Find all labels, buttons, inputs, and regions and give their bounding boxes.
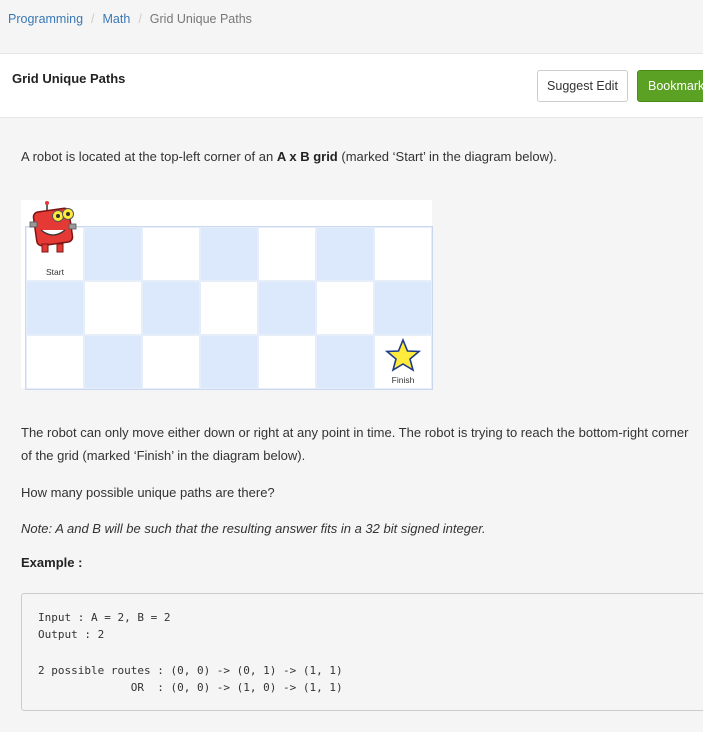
grid-cell — [84, 281, 142, 335]
grid-cell — [142, 227, 200, 281]
code-line: OR : (0, 0) -> (1, 0) -> (1, 1) — [38, 681, 343, 694]
grid-cell — [258, 335, 316, 389]
star-icon — [384, 338, 422, 372]
start-label: Start — [46, 267, 64, 277]
problem-note: Note: A and B will be such that the resu… — [21, 521, 486, 536]
code-line: Input : A = 2, B = 2 — [38, 611, 171, 624]
example-code-block: Input : A = 2, B = 2 Output : 2 2 possible… — [21, 593, 703, 711]
grid-cell — [316, 335, 374, 389]
grid-cell — [84, 335, 142, 389]
intro-grid-term: A x B grid — [276, 149, 338, 164]
problem-header: Grid Unique Paths Suggest Edit Bookmark — [0, 53, 703, 118]
breadcrumb: Programming / Math / Grid Unique Paths — [8, 12, 252, 26]
grid-cell — [26, 281, 84, 335]
intro-suffix: (marked ‘Start’ in the diagram below). — [337, 149, 557, 164]
problem-movement: The robot can only move either down or r… — [21, 425, 689, 463]
suggest-edit-button[interactable]: Suggest Edit — [537, 70, 628, 102]
grid-cell — [200, 335, 258, 389]
grid: Start Finish — [25, 226, 433, 390]
grid-cell — [142, 281, 200, 335]
intro-prefix: A robot is located at the top-left corne… — [21, 149, 277, 164]
grid-cell — [374, 227, 432, 281]
grid-cell — [316, 227, 374, 281]
grid-cell — [258, 281, 316, 335]
code-line: Output : 2 — [38, 628, 105, 641]
grid-cell: Finish — [374, 335, 432, 389]
breadcrumb-current: Grid Unique Paths — [149, 12, 252, 26]
grid-cell — [200, 227, 258, 281]
example-label: Example : — [21, 555, 83, 570]
bookmark-button[interactable]: Bookmark — [637, 70, 703, 102]
problem-intro: A robot is located at the top-left corne… — [21, 145, 557, 168]
grid-cell — [200, 281, 258, 335]
grid-diagram: Start Finish — [21, 200, 433, 390]
breadcrumb-separator: / — [138, 12, 142, 26]
breadcrumb-link-math[interactable]: Math — [103, 12, 131, 26]
grid-cell — [374, 281, 432, 335]
grid-cell — [26, 335, 84, 389]
grid-cell — [316, 281, 374, 335]
grid-cell — [258, 227, 316, 281]
grid-cell — [84, 227, 142, 281]
code-line: 2 possible routes : (0, 0) -> (0, 1) -> … — [38, 664, 343, 677]
grid-cell — [142, 335, 200, 389]
page-title: Grid Unique Paths — [12, 71, 126, 86]
finish-label: Finish — [391, 375, 415, 385]
problem-question: How many possible unique paths are there… — [21, 485, 275, 500]
robot-icon — [29, 201, 77, 253]
breadcrumb-link-programming[interactable]: Programming — [8, 12, 83, 26]
breadcrumb-separator: / — [91, 12, 95, 26]
